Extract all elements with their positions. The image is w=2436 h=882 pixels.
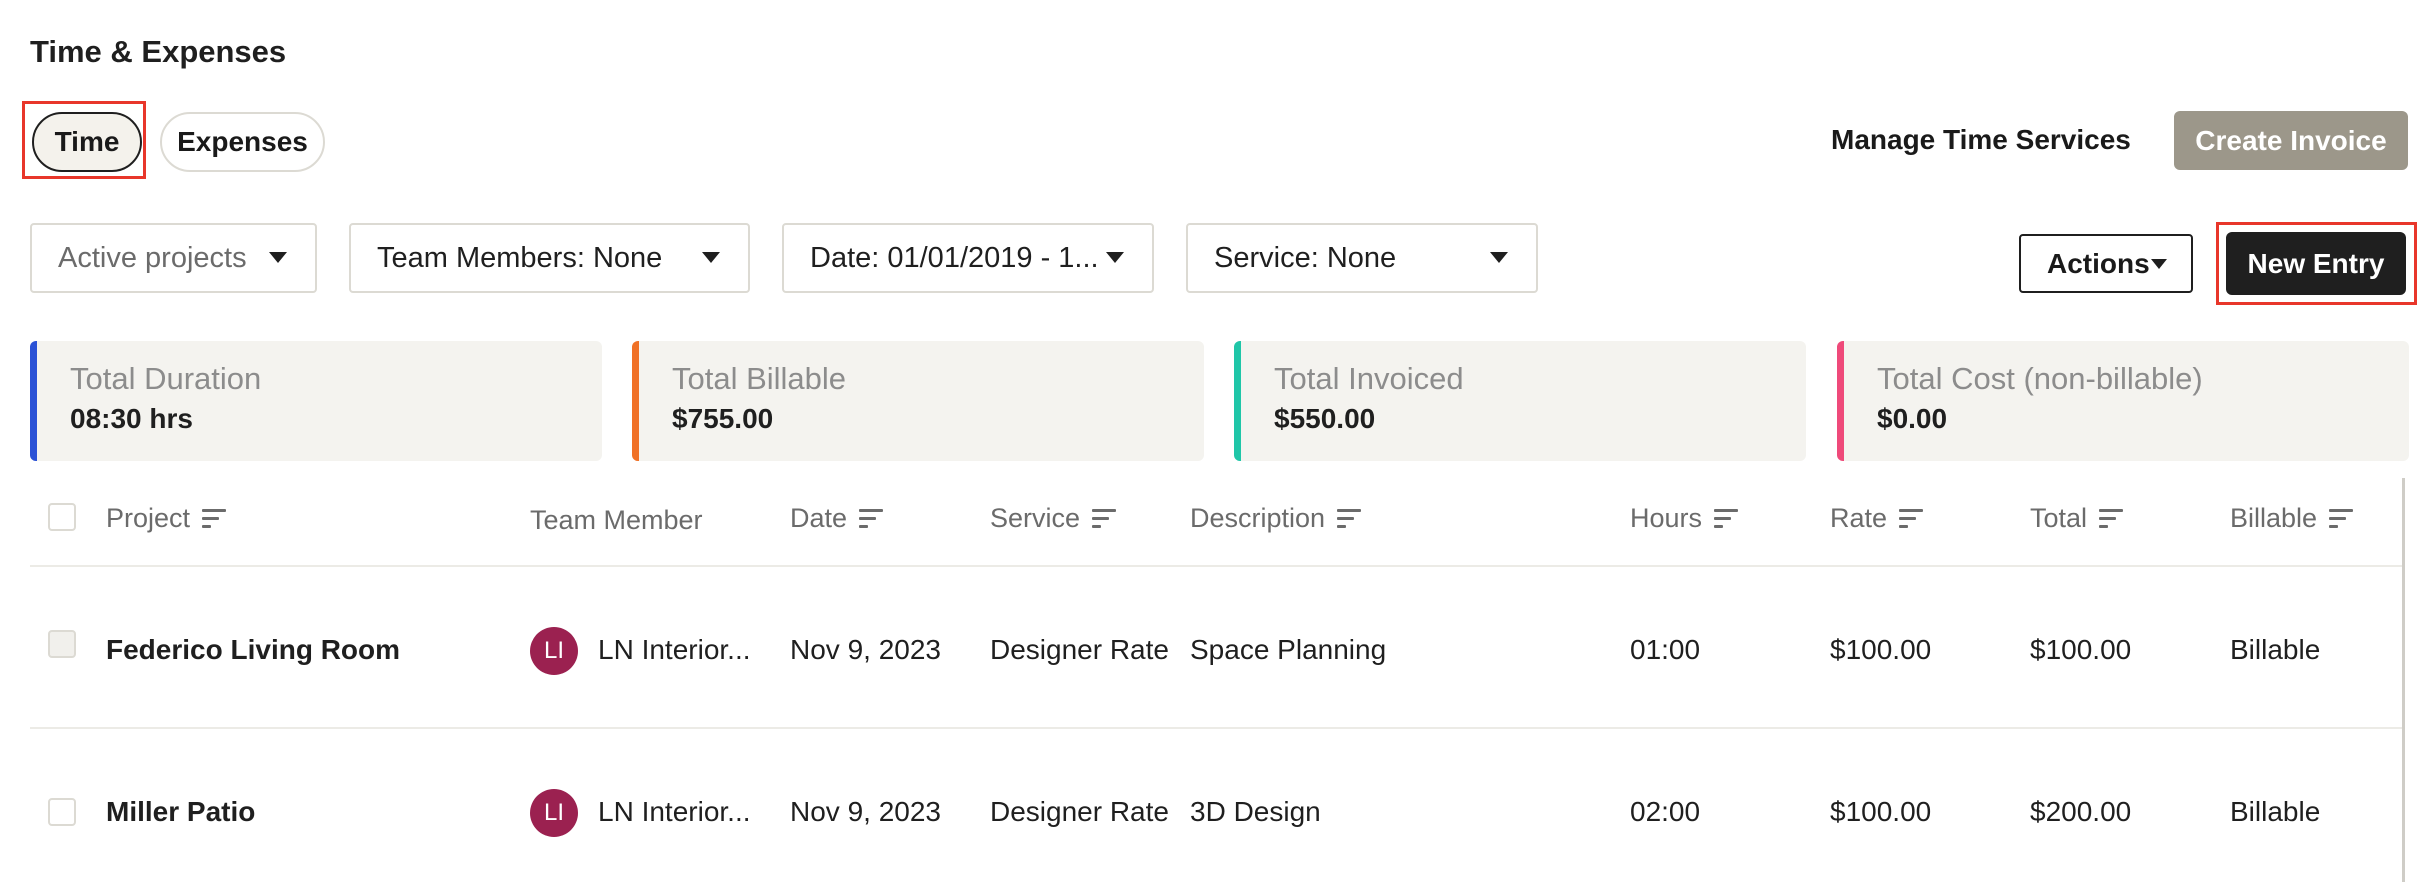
divider xyxy=(30,565,2402,567)
sort-icon xyxy=(1899,508,1924,529)
column-header-label: Description xyxy=(1190,503,1326,533)
column-header-team-member: Team Member xyxy=(530,505,703,536)
actions-label: Actions xyxy=(2047,247,2150,279)
sort-icon xyxy=(2329,508,2354,529)
card-accent-bar xyxy=(1234,341,1241,461)
sort-icon xyxy=(202,508,227,529)
card-accent-bar xyxy=(30,341,37,461)
column-header-label: Rate xyxy=(1830,503,1888,533)
entry-description: Space Planning xyxy=(1190,634,1387,665)
entry-description: 3D Design xyxy=(1190,796,1321,827)
summary-card-total-billable: Total Billable $755.00 xyxy=(632,341,1204,461)
summary-value: 08:30 hrs xyxy=(70,403,193,434)
entry-total: $200.00 xyxy=(2030,796,2132,827)
summary-value: $0.00 xyxy=(1877,403,1948,434)
caret-down-icon xyxy=(2151,259,2167,269)
column-header-total[interactable]: Total xyxy=(2030,503,2124,534)
card-accent-bar xyxy=(632,341,639,461)
avatar: LI xyxy=(530,627,578,675)
avatar: LI xyxy=(530,789,578,837)
column-header-hours[interactable]: Hours xyxy=(1630,503,1739,534)
sort-icon xyxy=(859,508,884,529)
column-header-label: Project xyxy=(106,503,191,533)
entry-date: Nov 9, 2023 xyxy=(790,796,941,827)
team-member-name: LN Interior... xyxy=(598,634,751,665)
date-filter-label: Date: 01/01/2019 - 1... xyxy=(810,241,1099,274)
column-header-label: Service xyxy=(990,503,1081,533)
summary-label: Total Cost (non-billable) xyxy=(1877,361,2203,396)
column-header-billable[interactable]: Billable xyxy=(2230,503,2354,534)
entry-service: Designer Rate xyxy=(990,634,1169,665)
summary-label: Total Invoiced xyxy=(1274,361,1464,396)
sort-icon xyxy=(2099,508,2124,529)
manage-time-services-link[interactable]: Manage Time Services xyxy=(1831,124,2131,156)
tab-expenses[interactable]: Expenses xyxy=(160,112,325,172)
entry-hours: 02:00 xyxy=(1630,796,1701,827)
column-header-rate[interactable]: Rate xyxy=(1830,503,1924,534)
divider xyxy=(30,727,2402,729)
team-members-filter-label: Team Members: None xyxy=(377,241,663,274)
date-filter-dropdown[interactable]: Date: 01/01/2019 - 1... xyxy=(782,223,1154,293)
projects-filter-dropdown[interactable]: Active projects xyxy=(30,223,317,293)
entry-hours: 01:00 xyxy=(1630,634,1701,665)
summary-card-total-duration: Total Duration 08:30 hrs xyxy=(30,341,602,461)
entry-billable: Billable xyxy=(2230,634,2321,665)
entry-total: $100.00 xyxy=(2030,634,2132,665)
caret-down-icon xyxy=(269,252,287,263)
team-members-filter-dropdown[interactable]: Team Members: None xyxy=(349,223,750,293)
summary-card-total-cost: Total Cost (non-billable) $0.00 xyxy=(1837,341,2409,461)
service-filter-dropdown[interactable]: Service: None xyxy=(1186,223,1538,293)
projects-filter-label: Active projects xyxy=(58,241,247,274)
column-header-project[interactable]: Project xyxy=(106,503,227,534)
entry-rate: $100.00 xyxy=(1830,796,1932,827)
sort-icon xyxy=(1337,508,1362,529)
entry-billable: Billable xyxy=(2230,796,2321,827)
sort-icon xyxy=(1092,508,1117,529)
column-header-label: Total xyxy=(2030,503,2088,533)
highlight-box-new-entry xyxy=(2216,222,2417,305)
summary-label: Total Billable xyxy=(672,361,847,396)
project-name[interactable]: Federico Living Room xyxy=(106,634,400,666)
project-name[interactable]: Miller Patio xyxy=(106,796,255,828)
column-header-date[interactable]: Date xyxy=(790,503,884,534)
column-header-label: Date xyxy=(790,503,848,533)
column-header-service[interactable]: Service xyxy=(990,503,1117,534)
caret-down-icon xyxy=(1106,252,1124,263)
entry-date: Nov 9, 2023 xyxy=(790,634,941,665)
page-title: Time & Expenses xyxy=(30,34,287,69)
select-all-checkbox[interactable] xyxy=(48,503,76,531)
summary-card-total-invoiced: Total Invoiced $550.00 xyxy=(1234,341,1806,461)
entry-service: Designer Rate xyxy=(990,796,1169,827)
column-header-label: Team Member xyxy=(530,505,703,535)
column-header-label: Billable xyxy=(2230,503,2318,533)
service-filter-label: Service: None xyxy=(1214,241,1397,274)
card-accent-bar xyxy=(1837,341,1844,461)
row-checkbox[interactable] xyxy=(48,798,76,826)
team-member-name: LN Interior... xyxy=(598,796,751,827)
actions-dropdown-button[interactable]: Actions xyxy=(2019,234,2193,293)
create-invoice-button[interactable]: Create Invoice xyxy=(2174,111,2408,170)
column-header-description[interactable]: Description xyxy=(1190,503,1362,534)
summary-value: $755.00 xyxy=(672,403,774,434)
summary-label: Total Duration xyxy=(70,361,262,396)
caret-down-icon xyxy=(1490,252,1508,263)
column-header-label: Hours xyxy=(1630,503,1703,533)
caret-down-icon xyxy=(702,252,720,263)
entry-rate: $100.00 xyxy=(1830,634,1932,665)
highlight-box-time-tab xyxy=(22,101,146,179)
summary-value: $550.00 xyxy=(1274,403,1376,434)
table-scrollbar[interactable] xyxy=(2402,478,2405,882)
row-checkbox[interactable] xyxy=(48,630,76,658)
sort-icon xyxy=(1714,508,1739,529)
